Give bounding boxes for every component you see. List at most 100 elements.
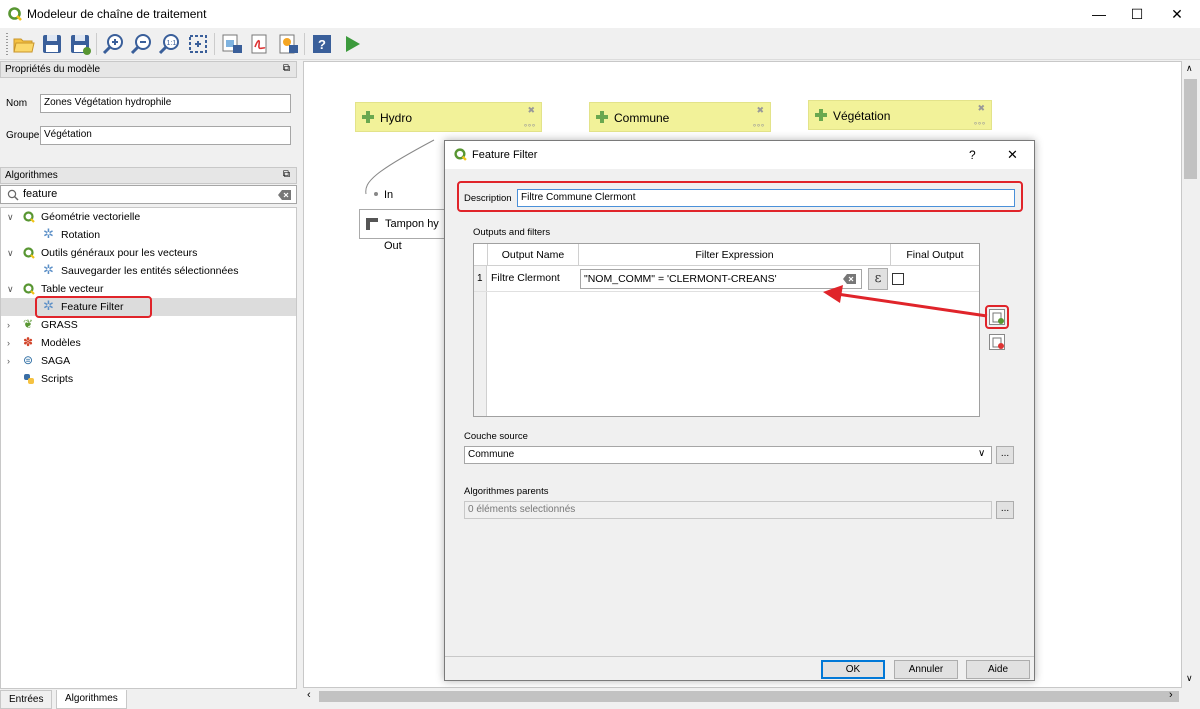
chevron-down-icon[interactable]: ∨ xyxy=(7,280,17,298)
scroll-thumb[interactable] xyxy=(319,691,1179,702)
model-name-input[interactable]: Zones Végétation hydrophile xyxy=(40,94,291,113)
model-properties-title: Propriétés du modèle xyxy=(5,64,101,75)
tree-item-label: Scripts xyxy=(41,373,74,385)
highlight-box xyxy=(35,296,152,318)
node-vegetation[interactable]: Végétation ✖ ∘∘∘ xyxy=(808,100,992,130)
tree-item-label: Modèles xyxy=(41,337,81,349)
row-expression-value: "NOM_COMM" = 'CLERMONT-CREANS' xyxy=(584,273,777,285)
scroll-down-icon[interactable]: ∨ xyxy=(1186,673,1193,684)
svg-text:?: ? xyxy=(318,37,326,52)
tree-group-scripts[interactable]: Scripts xyxy=(1,370,296,388)
gear-icon: ✲ xyxy=(43,226,54,241)
help-icon[interactable]: ? xyxy=(310,32,334,56)
col-final-output[interactable]: Final Output xyxy=(890,244,979,266)
dialog-help-button[interactable]: ? xyxy=(969,148,976,162)
algorithms-title: Algorithmes xyxy=(5,170,58,181)
clear-search-icon[interactable] xyxy=(278,190,291,200)
svg-text:1:1: 1:1 xyxy=(167,40,177,47)
node-tampon[interactable]: Tampon hy xyxy=(359,209,449,239)
zoom-full-icon[interactable] xyxy=(186,32,210,56)
remove-node-icon[interactable]: ✖ xyxy=(977,103,985,114)
tree-item-label: Géométrie vectorielle xyxy=(41,211,141,223)
tab-entrees[interactable]: Entrées xyxy=(0,690,53,709)
model-properties-header: Propriétés du modèle ⧉ xyxy=(0,61,297,78)
node-label: Hydro xyxy=(380,111,413,125)
tree-group-grass[interactable]: › ❦ GRASS xyxy=(1,316,296,334)
open-model-icon[interactable] xyxy=(12,32,36,56)
zoom-out-icon[interactable] xyxy=(130,32,154,56)
chevron-down-icon[interactable]: ∨ xyxy=(978,448,985,459)
feature-filter-dialog: Feature Filter ? ✕ Description Filtre Co… xyxy=(444,140,1035,681)
add-input-icon xyxy=(362,111,374,123)
save-as-icon[interactable] xyxy=(68,32,92,56)
tree-group-modeles[interactable]: › ✽ Modèles xyxy=(1,334,296,352)
window-titlebar: Modeleur de chaîne de traitement — ☐ ✕ xyxy=(0,0,1200,28)
chevron-down-icon[interactable]: ∨ xyxy=(7,208,17,226)
close-window-button[interactable]: ✕ xyxy=(1154,0,1200,28)
model-group-input[interactable]: Végétation xyxy=(40,126,291,145)
float-panel-icon[interactable]: ⧉ xyxy=(283,169,290,180)
vertical-scrollbar[interactable]: ∧ ∨ xyxy=(1182,61,1199,688)
source-value: Commune xyxy=(468,449,515,460)
group-label: Groupe xyxy=(6,130,40,141)
source-browse-button[interactable]: ... xyxy=(996,446,1014,464)
save-model-icon[interactable] xyxy=(40,32,64,56)
chevron-right-icon[interactable]: › xyxy=(7,334,17,352)
dialog-close-button[interactable]: ✕ xyxy=(1007,147,1018,163)
export-image-icon[interactable] xyxy=(220,32,244,56)
remove-row-button[interactable] xyxy=(989,334,1005,350)
run-model-icon[interactable] xyxy=(340,32,364,56)
table-header: Output Name Filter Expression Final Outp… xyxy=(474,244,979,266)
zoom-actual-icon[interactable]: 1:1 xyxy=(158,32,182,56)
remove-node-icon[interactable]: ✖ xyxy=(756,105,764,116)
float-panel-icon[interactable]: ⧉ xyxy=(283,63,290,74)
scroll-thumb[interactable] xyxy=(1184,79,1197,179)
parents-input[interactable]: 0 éléments selectionnés xyxy=(464,501,992,519)
node-options-icon[interactable]: ∘∘∘ xyxy=(523,121,536,130)
horizontal-scrollbar[interactable]: ‹ › xyxy=(303,688,1182,705)
tree-item-sauvegarder[interactable]: ✲ Sauvegarder les entités sélectionnées xyxy=(1,262,296,280)
chevron-right-icon[interactable]: › xyxy=(7,352,17,370)
node-hydro[interactable]: Hydro ✖ ∘∘∘ xyxy=(355,102,542,132)
toolbar-separator xyxy=(96,33,97,55)
port-out-label: Out xyxy=(384,240,402,252)
models-icon: ✽ xyxy=(23,335,34,349)
highlight-box xyxy=(457,181,1023,212)
chevron-right-icon[interactable]: › xyxy=(7,316,17,334)
export-pdf-icon[interactable] xyxy=(248,32,272,56)
dialog-help-action-button[interactable]: Aide xyxy=(966,660,1030,679)
add-input-icon xyxy=(815,109,827,121)
scroll-left-icon[interactable]: ‹ xyxy=(307,689,311,701)
tree-item-label: GRASS xyxy=(41,319,78,331)
tree-group-outils[interactable]: ∨ Outils généraux pour les vecteurs xyxy=(1,244,296,262)
scroll-right-icon[interactable]: › xyxy=(1169,689,1173,701)
dialog-titlebar: Feature Filter ? ✕ xyxy=(445,141,1034,169)
scroll-up-icon[interactable]: ∧ xyxy=(1186,63,1193,74)
col-filter-expression[interactable]: Filter Expression xyxy=(578,244,890,266)
cancel-button[interactable]: Annuler xyxy=(894,660,958,679)
gear-icon: ✲ xyxy=(43,262,54,277)
row-output-name[interactable]: Filtre Clermont xyxy=(491,272,560,284)
chevron-down-icon[interactable]: ∨ xyxy=(7,244,17,262)
export-svg-icon[interactable] xyxy=(276,32,300,56)
tree-group-geometrie[interactable]: ∨ Géométrie vectorielle xyxy=(1,208,296,226)
node-label: Tampon hy xyxy=(385,218,439,230)
node-label: Végétation xyxy=(833,109,891,123)
col-output-name[interactable]: Output Name xyxy=(487,244,578,266)
algorithm-search-value: feature xyxy=(23,188,58,200)
algorithm-search-input[interactable]: feature xyxy=(0,185,297,204)
tree-group-saga[interactable]: › ⊜ SAGA xyxy=(1,352,296,370)
tree-item-rotation[interactable]: ✲ Rotation xyxy=(1,226,296,244)
zoom-in-icon[interactable] xyxy=(102,32,126,56)
node-options-icon[interactable]: ∘∘∘ xyxy=(973,119,986,128)
ok-button[interactable]: OK xyxy=(821,660,885,679)
remove-node-icon[interactable]: ✖ xyxy=(527,105,535,116)
tab-algorithmes[interactable]: Algorithmes xyxy=(56,690,127,709)
search-icon xyxy=(7,189,19,201)
node-label: Commune xyxy=(614,111,670,125)
node-commune[interactable]: Commune ✖ ∘∘∘ xyxy=(589,102,771,132)
toolbar-separator xyxy=(214,33,215,55)
parents-browse-button[interactable]: ... xyxy=(996,501,1014,519)
source-select[interactable]: Commune ∨ xyxy=(464,446,992,464)
node-options-icon[interactable]: ∘∘∘ xyxy=(752,121,765,130)
